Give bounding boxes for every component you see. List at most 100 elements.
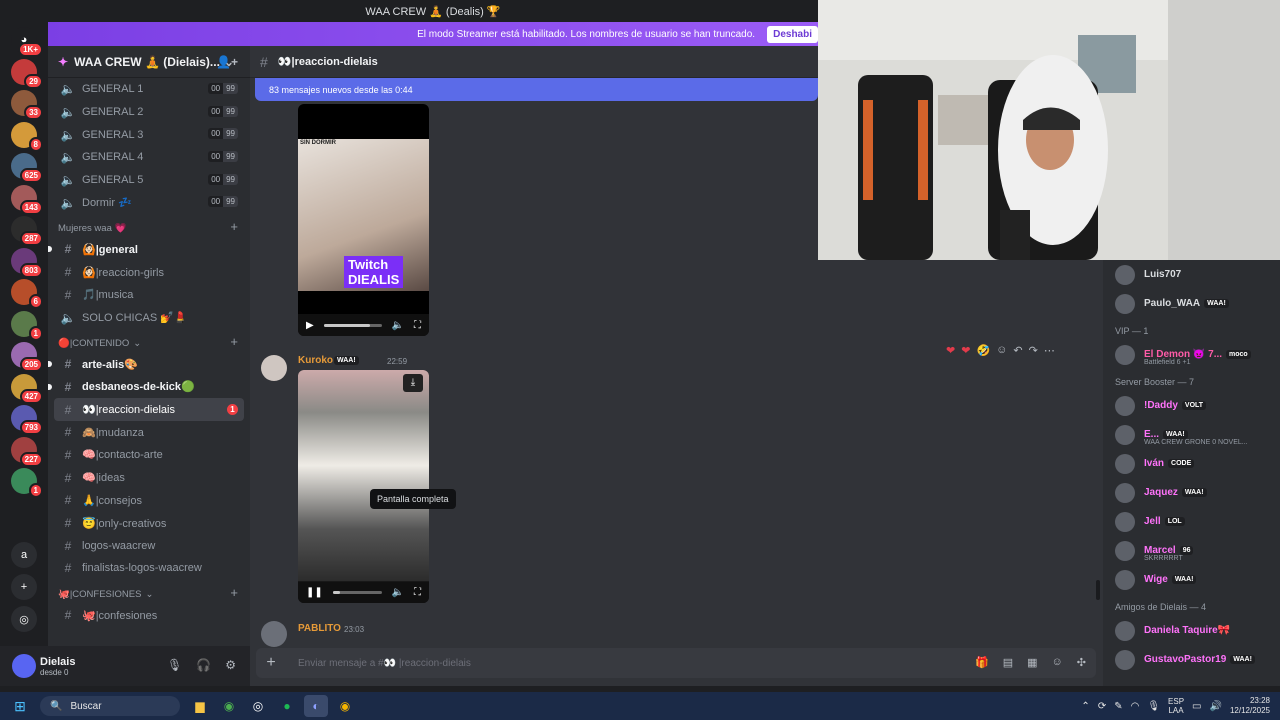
volume-slider[interactable] — [332, 590, 382, 594]
video-embed-2[interactable]: ⤓ ❚❚ 🔈 ⛶ — [298, 370, 429, 603]
disable-streamer-button[interactable]: Deshabi — [767, 25, 818, 43]
mic-tray-icon[interactable]: 🎙 — [1147, 701, 1160, 712]
text-channel[interactable]: # finalistas-logos-waacrew — [48, 557, 250, 580]
monitor-icon[interactable]: ▭ — [1192, 701, 1201, 712]
reply-icon[interactable]: ↶ — [1013, 344, 1022, 357]
server-icon[interactable]: 8 — [11, 121, 43, 152]
text-channel[interactable]: # 🙆🏻|reaccion-girls — [48, 261, 250, 284]
voice-channel[interactable]: 🔈 GENERAL 4 00 99 — [48, 146, 250, 169]
member-row[interactable]: !Daddy VOLT — [1103, 391, 1280, 420]
voice-channel[interactable]: 🔈 GENERAL 5 00 99 — [48, 169, 250, 192]
server-icon[interactable]: a — [11, 542, 37, 568]
server-icon[interactable]: 29 — [11, 58, 43, 89]
sticker-icon[interactable]: ▦ — [1027, 656, 1037, 669]
add-channel-icon[interactable]: + — [230, 219, 238, 234]
download-icon[interactable]: ⤓ — [403, 374, 423, 392]
server-icon[interactable]: 205 — [11, 342, 43, 372]
text-channel[interactable]: # desbaneos-de-kick🟢 — [48, 376, 250, 399]
member-row[interactable]: Jell LOL — [1103, 507, 1280, 536]
member-row[interactable]: E... WAA! WAA CREW GRONE 0 NOVEL... — [1103, 420, 1280, 449]
server-icon[interactable]: 227 — [11, 436, 43, 467]
fullscreen-icon[interactable]: ⛶ — [414, 587, 421, 598]
server-icon[interactable]: 33 — [11, 90, 43, 120]
text-channel[interactable]: # 🧠|contacto-arte — [48, 444, 250, 467]
more-icon[interactable]: ⋯ — [1044, 344, 1055, 357]
text-channel[interactable]: # 🐙|confesiones — [48, 604, 250, 627]
gift-icon[interactable]: 🎁 — [975, 656, 989, 669]
avatar[interactable] — [12, 654, 36, 678]
add-channel-icon[interactable]: + — [230, 334, 238, 349]
member-row[interactable]: Jaquez WAA! — [1103, 478, 1280, 507]
text-channel[interactable]: # 👀|reaccion-dielais 1 — [54, 398, 244, 421]
server-header[interactable]: ✦ WAA CREW 🧘 (Dielais)... ⌄ 👤+ — [48, 46, 250, 78]
video-embed-1[interactable]: SIN DORMIR Twitch DIEALIS ▶ 🔈 ⛶ — [298, 104, 429, 336]
server-icon[interactable]: 6 — [11, 279, 43, 309]
member-row[interactable]: GustavoPastor19 WAA! — [1103, 645, 1280, 674]
member-row[interactable]: Luis707 — [1103, 260, 1280, 289]
heart-react-icon[interactable]: ❤ — [946, 344, 955, 357]
member-row[interactable]: Wige WAA! — [1103, 565, 1280, 594]
server-icon[interactable]: 1 — [11, 468, 43, 498]
member-row[interactable]: Marcel 96 SKRRRRRT — [1103, 536, 1280, 565]
language-indicator[interactable]: ESP LAA — [1168, 697, 1184, 715]
voice-channel[interactable]: 🔈 GENERAL 3 00 99 — [48, 123, 250, 146]
headphones-icon[interactable]: 🎧 — [196, 658, 211, 672]
category-confesiones[interactable]: 🐙|CONFESIONES ⌄ + — [48, 580, 250, 604]
volume-icon[interactable]: 🔈 — [392, 587, 404, 598]
text-channel[interactable]: # 🎵|musica — [48, 284, 250, 307]
chrome-canary-icon[interactable]: ◉ — [333, 695, 357, 717]
fullscreen-icon[interactable]: ⛶ — [414, 320, 421, 331]
text-channel[interactable]: # 🙆🏻|general — [48, 238, 250, 261]
invite-people-icon[interactable]: 👤+ — [216, 55, 238, 69]
play-icon[interactable]: ▶ — [306, 320, 314, 331]
add-attachment-icon[interactable]: + — [256, 654, 286, 672]
avatar[interactable] — [261, 355, 287, 381]
taskbar-search[interactable]: 🔍 Buscar — [40, 696, 180, 716]
pen-icon[interactable]: ✎ — [1114, 701, 1122, 712]
scrollbar[interactable] — [1096, 580, 1100, 600]
pause-icon[interactable]: ❚❚ — [306, 587, 323, 598]
new-messages-bar[interactable]: 83 mensajes nuevos desde las 0:44 — [255, 78, 818, 101]
volume-icon[interactable]: 🔈 — [392, 320, 404, 331]
file-explorer-icon[interactable]: ▆ — [188, 695, 212, 717]
member-row[interactable]: Daniela Taquire🎀 — [1103, 616, 1280, 645]
forward-icon[interactable]: ↷ — [1029, 344, 1038, 357]
add-channel-icon[interactable]: + — [230, 585, 238, 600]
add-server-icon[interactable]: + — [11, 574, 37, 600]
message-author[interactable]: PABLITO — [298, 623, 341, 634]
text-channel[interactable]: # 😇|only-creativos — [48, 512, 250, 535]
discord-icon[interactable]: ◐ — [304, 695, 328, 717]
server-icon[interactable]: 287 — [11, 216, 43, 246]
steam-icon[interactable]: ◎ — [246, 695, 270, 717]
member-row[interactable]: Iván CODE — [1103, 449, 1280, 478]
emoji-icon[interactable]: ☺ — [1052, 656, 1063, 669]
text-channel[interactable]: # 🧠|ideas — [48, 466, 250, 489]
speaker-icon[interactable]: 🔊 — [1210, 701, 1222, 712]
text-channel[interactable]: # logos-waacrew — [48, 534, 250, 557]
clock[interactable]: 23:28 12/12/2025 — [1230, 696, 1270, 716]
apps-icon[interactable]: ✣ — [1077, 656, 1086, 669]
category-contenido[interactable]: 🔴|CONTENIDO ⌄ + — [48, 329, 250, 353]
text-channel[interactable]: # 🙈|mudanza — [48, 421, 250, 444]
add-reaction-icon[interactable]: ☺ — [996, 344, 1007, 357]
message-author[interactable]: Kuroko — [298, 355, 333, 366]
wifi-icon[interactable]: ◠ — [1131, 701, 1140, 712]
voice-channel[interactable]: 🔈 GENERAL 2 00 99 — [48, 101, 250, 124]
discord-home-icon[interactable]: ◕ 1K+ — [11, 27, 43, 57]
server-icon[interactable]: 793 — [11, 405, 43, 435]
server-icon[interactable]: 803 — [11, 247, 43, 278]
windows-start-icon[interactable]: ⊞ — [0, 698, 40, 715]
avatar[interactable] — [261, 621, 287, 647]
text-channel[interactable]: # 🙏|consejos — [48, 489, 250, 512]
volume-slider[interactable] — [323, 323, 382, 327]
text-channel[interactable]: # arte-alis🎨 — [48, 353, 250, 376]
member-row[interactable]: El Demon 👿 7... moco Battlefield 6 +1 — [1103, 340, 1280, 369]
voice-channel[interactable]: 🔈 Dormir 💤 00 99 — [48, 191, 250, 214]
microphone-icon[interactable]: 🎙 — [167, 658, 182, 672]
voice-channel[interactable]: 🔈 GENERAL 1 00 99 — [48, 78, 250, 101]
gif-icon[interactable]: ▤ — [1003, 656, 1013, 669]
gear-icon[interactable]: ⚙ — [225, 658, 236, 672]
spotify-icon[interactable]: ● — [275, 695, 299, 717]
chevron-up-icon[interactable]: ⌃ — [1081, 701, 1089, 712]
server-icon[interactable]: 427 — [11, 373, 43, 404]
